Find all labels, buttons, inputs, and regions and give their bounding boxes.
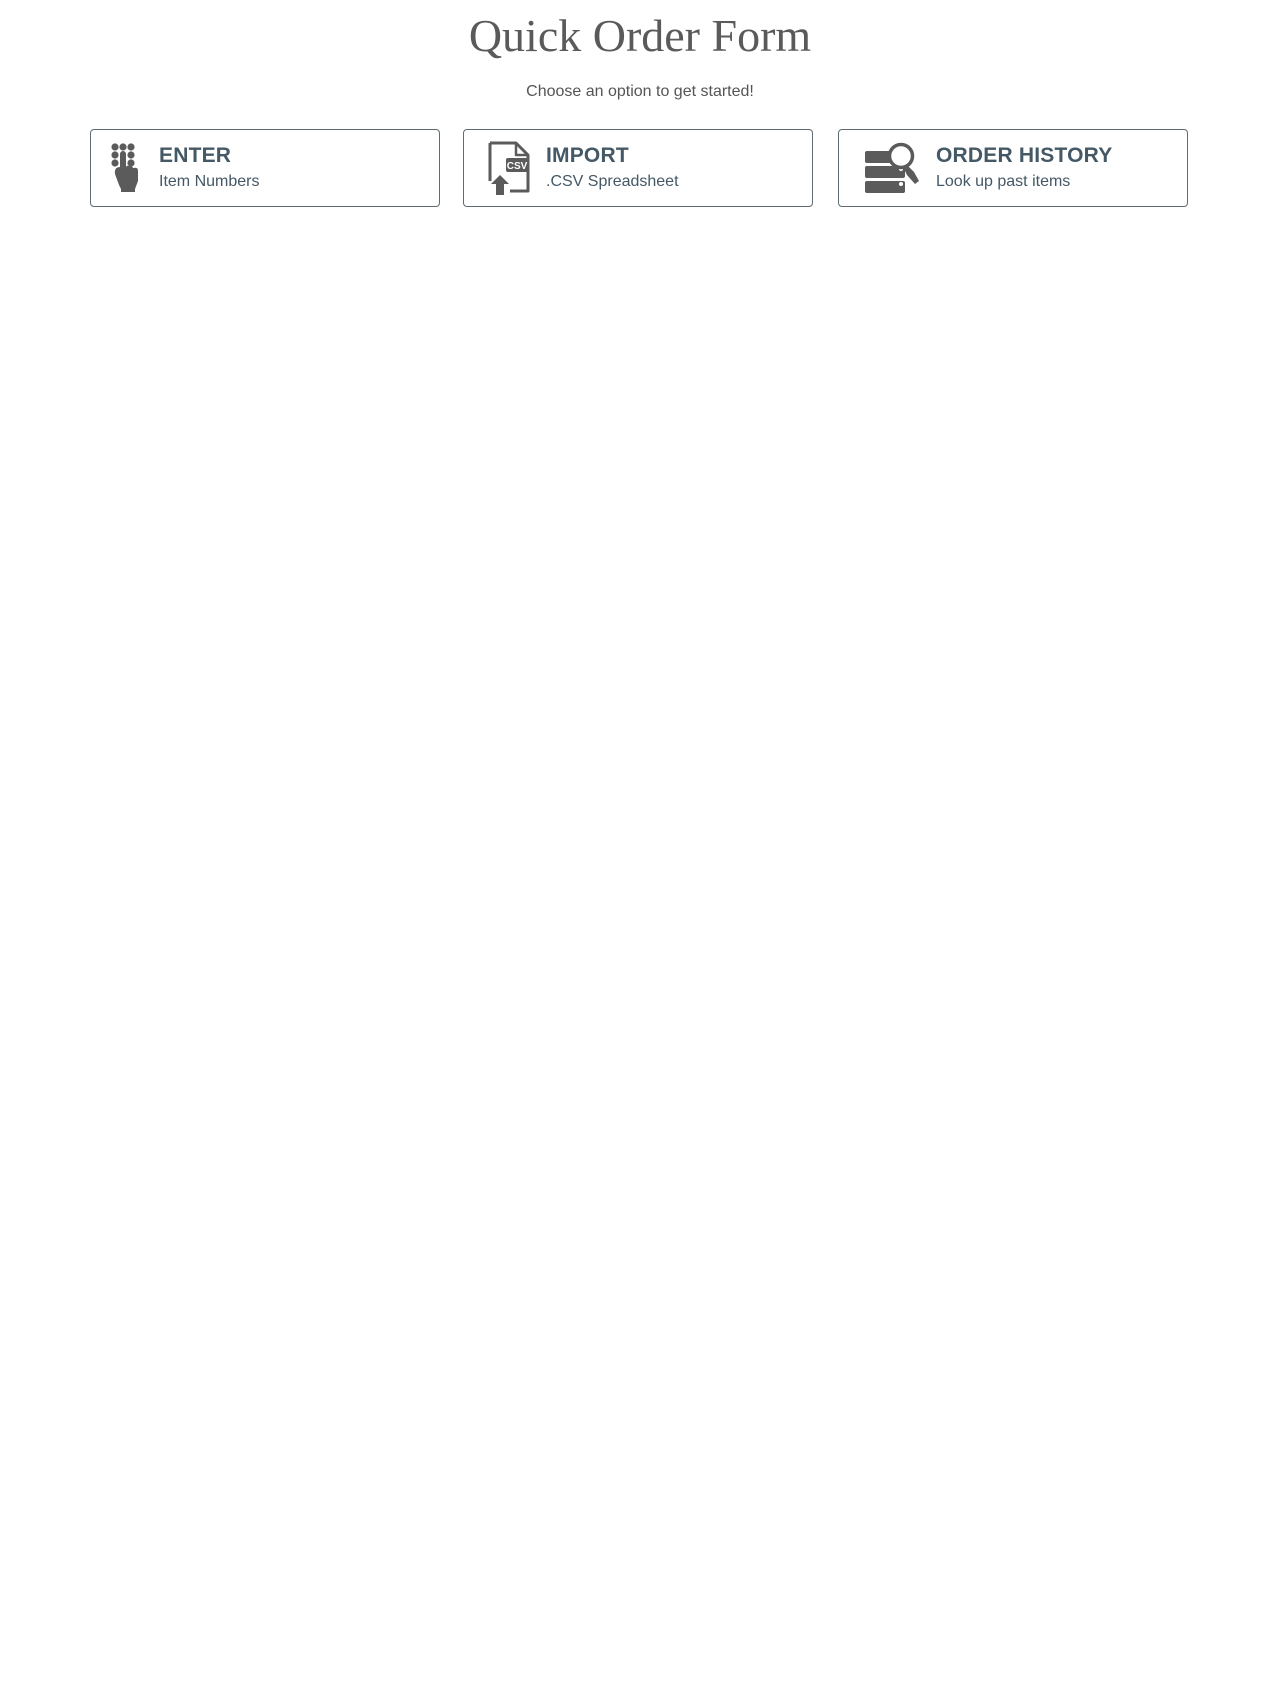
option-title: ENTER — [159, 144, 232, 167]
csv-upload-icon: CSV — [486, 141, 530, 200]
order-history-button[interactable]: ORDER HISTORY Look up past items — [838, 129, 1188, 207]
import-csv-button[interactable]: CSV IMPORT .CSV Spreadsheet — [463, 129, 813, 207]
option-title: ORDER HISTORY — [936, 144, 1113, 167]
option-description: .CSV Spreadsheet — [546, 173, 679, 190]
option-description: Look up past items — [936, 173, 1071, 190]
svg-text:CSV: CSV — [507, 161, 528, 172]
enter-item-numbers-button[interactable]: ENTER Item Numbers — [90, 129, 440, 207]
option-title: IMPORT — [546, 144, 629, 167]
option-cards: ENTER Item Numbers CSV IMPORT .CSV Sprea… — [90, 129, 1190, 209]
keypad-hand-icon — [111, 141, 143, 198]
history-search-icon — [865, 141, 925, 200]
page-title: Quick Order Form — [468, 10, 812, 61]
page-subtitle: Choose an option to get started! — [526, 83, 754, 100]
option-description: Item Numbers — [159, 173, 260, 190]
